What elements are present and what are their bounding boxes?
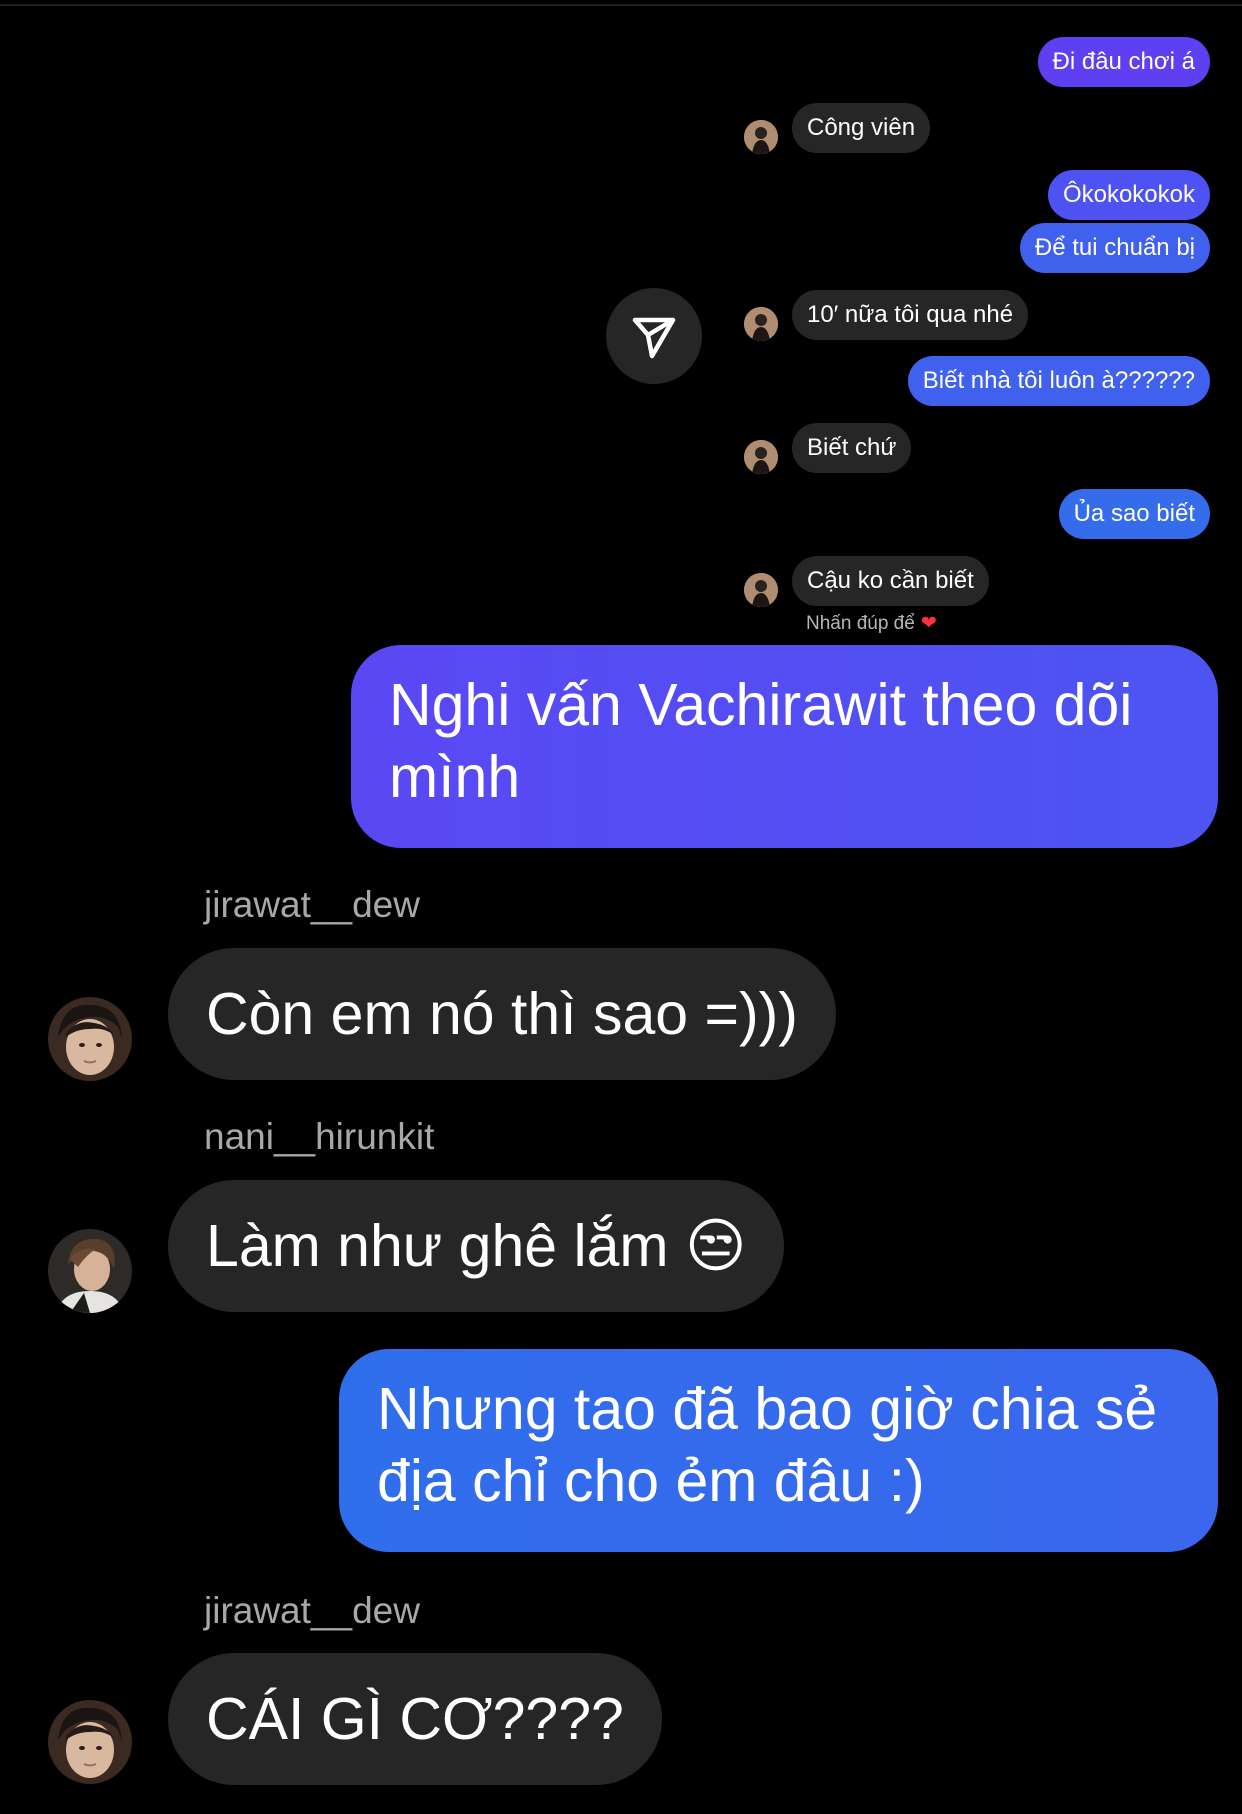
story-message-incoming: Biết chứ — [792, 423, 912, 473]
message-text: Còn em nó thì sao =))) — [206, 981, 798, 1047]
story-message-outgoing: Đi đâu chơi á — [1037, 37, 1210, 87]
message-bubble-incoming[interactable]: Còn em nó thì sao =))) — [168, 948, 836, 1080]
message-text: Nghi vấn Vachirawit theo dõi mình — [389, 672, 1133, 810]
red-heart-icon: ❤ — [920, 613, 937, 634]
send-paper-plane-icon — [632, 317, 676, 359]
sender-avatar[interactable] — [48, 997, 132, 1081]
story-sender-avatar — [744, 440, 778, 474]
story-message-outgoing: Để tui chuẩn bị — [1019, 223, 1210, 273]
story-message-outgoing: Ủa sao biết — [1058, 489, 1210, 539]
story-sender-avatar — [744, 573, 778, 607]
message-text: Nhưng tao đã bao giờ chia sẻ địa chỉ cho… — [377, 1376, 1158, 1514]
double-tap-hint: Nhấn đúp để ❤ — [806, 612, 937, 635]
story-message-outgoing: Ôkokokokok — [1047, 170, 1210, 220]
story-sender-avatar — [744, 307, 778, 341]
sender-avatar[interactable] — [48, 1229, 132, 1313]
story-message-incoming: Công viên — [792, 103, 931, 153]
story-message-incoming: Cậu ko cần biết — [792, 556, 989, 606]
sender-name: jirawat__dew — [204, 1590, 420, 1631]
sender-name: jirawat__dew — [204, 884, 420, 925]
story-sender-avatar — [744, 120, 778, 154]
share-button[interactable] — [606, 288, 702, 384]
story-message-incoming: 10′ nữa tôi qua nhé — [792, 290, 1029, 340]
sender-name: nani__hirunkit — [204, 1116, 435, 1157]
double-tap-hint-text: Nhấn đúp để — [806, 613, 915, 634]
top-divider — [0, 4, 1242, 6]
sender-avatar[interactable] — [48, 1700, 132, 1784]
message-text: Làm như ghê lắm 😒 — [206, 1213, 747, 1279]
message-text: CÁI GÌ CƠ???? — [206, 1686, 624, 1752]
story-message-outgoing: Biết nhà tôi luôn à?????? — [907, 356, 1210, 406]
message-bubble-incoming[interactable]: CÁI GÌ CƠ???? — [168, 1653, 662, 1785]
message-bubble-outgoing[interactable]: Nhưng tao đã bao giờ chia sẻ địa chỉ cho… — [339, 1349, 1218, 1552]
message-bubble-incoming[interactable]: Làm như ghê lắm 😒 — [168, 1180, 785, 1312]
message-bubble-outgoing[interactable]: Nghi vấn Vachirawit theo dõi mình — [351, 645, 1218, 848]
